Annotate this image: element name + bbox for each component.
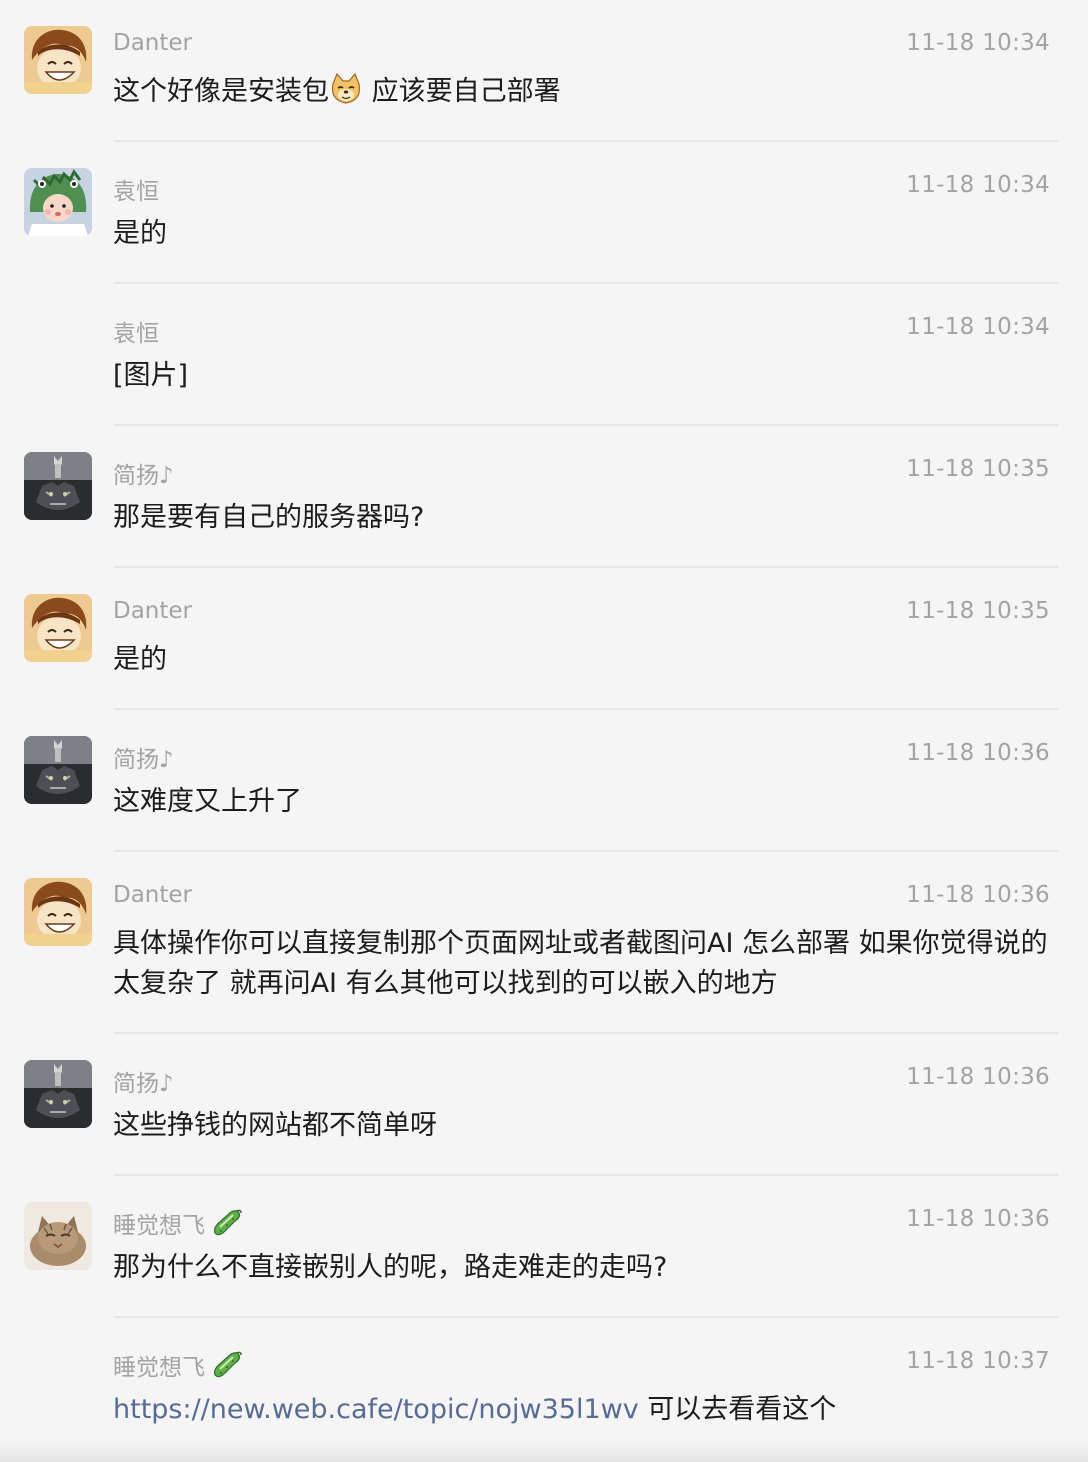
message-time: 11-18 10:37 (906, 1348, 1050, 1374)
message-item[interactable]: 简扬♪ 11-18 10:36 这难度又上升了 (0, 710, 1088, 852)
sender-name-text: 睡觉想飞 (113, 1213, 205, 1239)
message-text-part: 可以去看看这个 (638, 1394, 837, 1425)
message-time: 11-18 10:34 (906, 314, 1050, 340)
message-time: 11-18 10:36 (906, 740, 1050, 766)
sender-name[interactable]: 简扬♪ (113, 740, 174, 774)
message-text: 具体操作你可以直接复制那个页面网址或者截图问AI 怎么部署 如果你觉得说的太复杂… (113, 928, 1048, 999)
sender-name-text: Danter (113, 598, 193, 624)
message-text: 是的 (113, 644, 167, 675)
message-item[interactable]: 睡觉想飞 11-18 10:37 https://new.web.cafe/to… (0, 1318, 1088, 1460)
message-time: 11-18 10:35 (906, 456, 1050, 482)
sender-name-text: 袁恒 (113, 179, 159, 205)
message-item[interactable]: Danter 11-18 10:36 具体操作你可以直接复制那个页面网址或者截图… (0, 852, 1088, 1034)
sender-name-text: 简扬♪ (113, 1071, 174, 1097)
cat-photo-avatar[interactable] (24, 1202, 92, 1270)
message-text-part: 应该要自己部署 (363, 76, 561, 107)
message-text: 这个好像是安装包 应该要自己部署 (113, 72, 1058, 112)
sender-name[interactable]: Danter (113, 598, 192, 624)
message-text: 是的 (113, 218, 167, 249)
sender-name[interactable]: 简扬♪ (113, 456, 174, 490)
message-text: https://new.web.cafe/topic/nojw35l1wv 可以… (113, 1390, 1058, 1430)
sender-name[interactable]: 睡觉想飞 (113, 1348, 243, 1382)
message-time: 11-18 10:36 (906, 1064, 1050, 1090)
sender-name-text: 简扬♪ (113, 747, 174, 773)
message-time: 11-18 10:34 (906, 30, 1050, 56)
doge-emoji (329, 72, 363, 106)
cucumber-icon (211, 1349, 243, 1381)
message-time: 11-18 10:36 (906, 1206, 1050, 1232)
message-time: 11-18 10:34 (906, 172, 1050, 198)
image-placeholder-text[interactable]: [图片] (113, 356, 1058, 396)
message-text: 那为什么不直接嵌别人的呢，路走难走的走吗? (113, 1252, 668, 1283)
message-item[interactable]: 袁恒 11-18 10:34 [图片] (0, 284, 1088, 426)
message-link[interactable]: https://new.web.cafe/topic/nojw35l1wv (113, 1394, 639, 1425)
anime-boy-avatar[interactable] (24, 878, 92, 946)
message-item[interactable]: Danter 11-18 10:34 这个好像是安装包 应该要自己部署 (0, 0, 1088, 142)
chat-message-list[interactable]: Danter 11-18 10:34 这个好像是安装包 应该要自己部署 袁恒 1… (0, 0, 1088, 1462)
sender-name[interactable]: 袁恒 (113, 172, 159, 206)
sender-name[interactable]: 袁恒 (113, 314, 159, 348)
message-item[interactable]: 简扬♪ 11-18 10:36 这些挣钱的网站都不简单呀 (0, 1034, 1088, 1176)
cat-tiger-reflection-avatar[interactable] (24, 1060, 92, 1128)
message-time: 11-18 10:36 (906, 882, 1050, 908)
sender-name-text: Danter (113, 882, 193, 908)
sender-name[interactable]: 睡觉想飞 (113, 1206, 243, 1240)
message-time: 11-18 10:35 (906, 598, 1050, 624)
sender-name[interactable]: Danter (113, 882, 192, 908)
anime-boy-avatar[interactable] (24, 26, 92, 94)
sender-name-text: Danter (113, 30, 193, 56)
anime-boy-avatar[interactable] (24, 594, 92, 662)
sender-name[interactable]: 简扬♪ (113, 1064, 174, 1098)
message-item[interactable]: Danter 11-18 10:35 是的 (0, 568, 1088, 710)
message-text: 这些挣钱的网站都不简单呀 (113, 1110, 437, 1141)
cat-tiger-reflection-avatar[interactable] (24, 452, 92, 520)
message-item[interactable]: 睡觉想飞 11-18 10:36 那为什么不直接嵌别人的呢，路走难走的走吗? (0, 1176, 1088, 1318)
sender-name-text: 简扬♪ (113, 463, 174, 489)
message-text: 这难度又上升了 (113, 786, 302, 817)
cucumber-icon (211, 1207, 243, 1239)
message-item[interactable]: 袁恒 11-18 10:34 是的 (0, 142, 1088, 284)
bottom-edge-shade (0, 1440, 1088, 1462)
sender-name-text: 袁恒 (113, 321, 159, 347)
message-text: 那是要有自己的服务器吗? (113, 502, 425, 533)
message-item[interactable]: 简扬♪ 11-18 10:35 那是要有自己的服务器吗? (0, 426, 1088, 568)
cat-tiger-reflection-avatar[interactable] (24, 736, 92, 804)
dinosaur-hat-avatar[interactable] (24, 168, 92, 236)
sender-name[interactable]: Danter (113, 30, 192, 56)
sender-name-text: 睡觉想飞 (113, 1355, 205, 1381)
message-text-part: 这个好像是安装包 (113, 76, 329, 107)
